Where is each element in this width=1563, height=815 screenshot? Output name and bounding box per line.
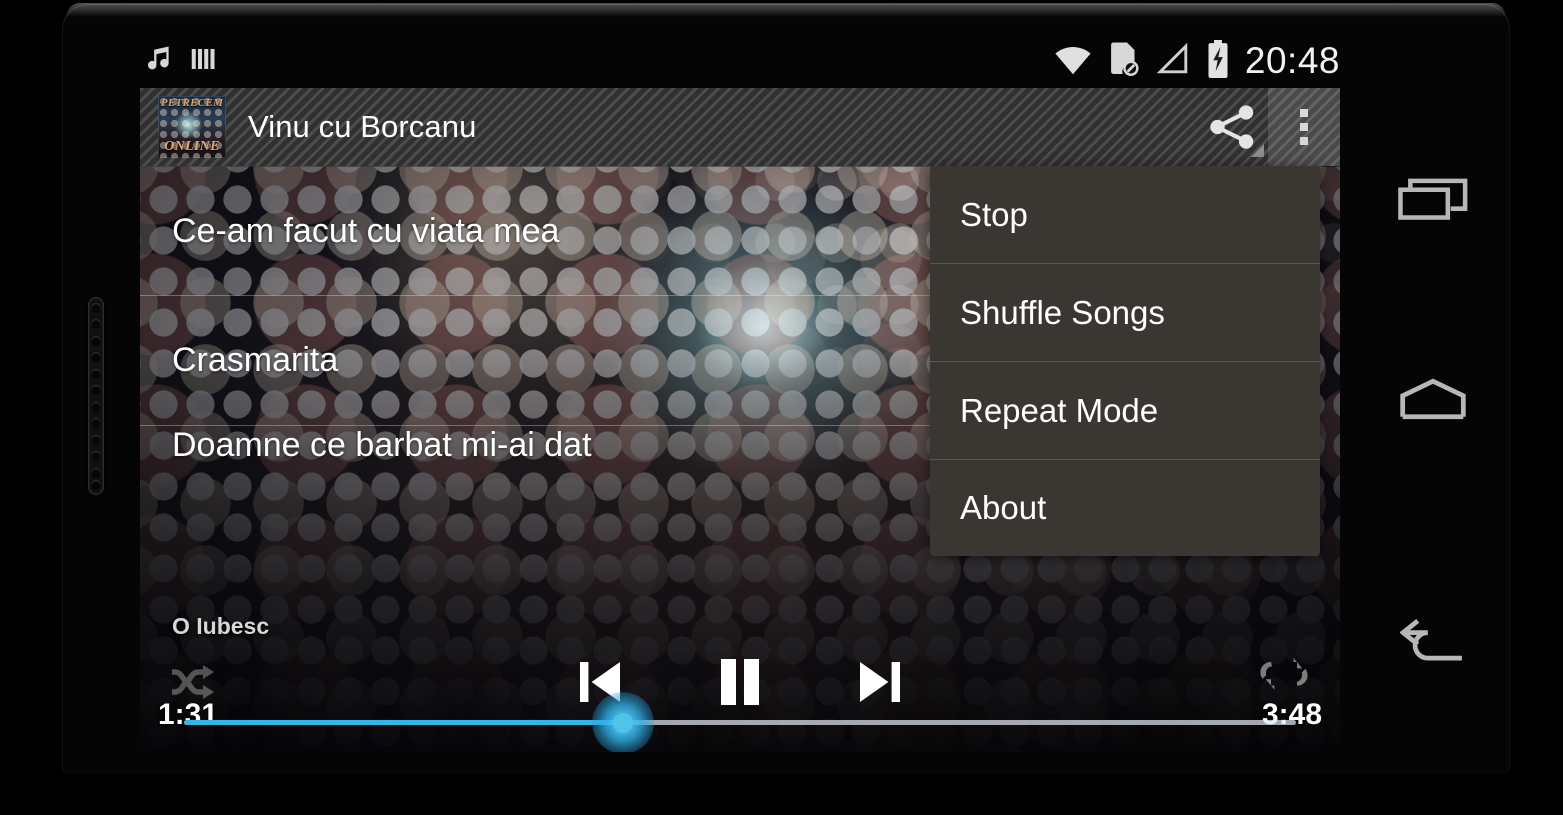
song-list: Ce-am facut cu viata mea Crasmarita Doam…: [140, 166, 930, 486]
menu-item-repeat-mode[interactable]: Repeat Mode: [930, 362, 1320, 460]
page-title: Vinu cu Borcanu: [248, 109, 477, 144]
status-bar-right-icons: 20:48: [1053, 39, 1340, 83]
wifi-icon: [1053, 43, 1093, 80]
menu-item-label: Repeat Mode: [960, 391, 1159, 429]
now-playing-label: O Iubesc: [172, 613, 270, 639]
overflow-dropdown-menu: Stop Shuffle Songs Repeat Mode About: [930, 166, 1320, 556]
action-bar-actions: [1196, 88, 1340, 166]
action-bar: PETRECEM ONLINE Vinu cu Borcanu: [140, 88, 1340, 166]
menu-item-shuffle-songs[interactable]: Shuffle Songs: [930, 264, 1320, 362]
list-item[interactable]: Ce-am facut cu viata mea: [140, 166, 930, 296]
overflow-menu-icon: [1300, 109, 1308, 145]
list-item[interactable]: Crasmarita: [140, 296, 930, 426]
seek-bar-thumb[interactable]: [592, 691, 655, 752]
song-title: Doamne ce barbat mi-ai dat: [172, 426, 592, 464]
album-art-thumbnail[interactable]: PETRECEM ONLINE: [158, 96, 226, 158]
system-navigation-bar: [1348, 90, 1518, 750]
list-item[interactable]: Doamne ce barbat mi-ai dat: [140, 426, 930, 486]
share-button[interactable]: [1196, 88, 1268, 166]
menu-item-label: About: [960, 489, 1047, 526]
album-art-bottom-text: ONLINE: [164, 139, 220, 154]
home-icon: [1400, 378, 1466, 425]
song-title: Crasmarita: [172, 341, 339, 379]
overflow-menu-button[interactable]: [1268, 88, 1340, 166]
device-speaker-grille: [88, 297, 104, 495]
seek-bar[interactable]: 39.5: [184, 691, 1296, 752]
menu-item-about[interactable]: About: [930, 460, 1320, 556]
device-frame-highlight: [66, 3, 1506, 17]
screenshot-root: 20:48 Ce-am facut cu viata mea Crasmarit…: [0, 0, 1563, 815]
share-dropdown-caret-icon: [1251, 144, 1264, 157]
seek-bar-fill: [184, 720, 624, 725]
menu-item-label: Shuffle Songs: [960, 293, 1165, 331]
equalizer-icon: [188, 44, 218, 79]
recents-button[interactable]: [1348, 155, 1518, 247]
recents-icon: [1398, 176, 1468, 227]
home-button[interactable]: [1348, 355, 1518, 447]
signal-empty-icon: [1155, 42, 1191, 80]
battery-charging-icon: [1205, 39, 1231, 83]
back-icon: [1399, 616, 1466, 667]
status-bar-left-icons: [140, 42, 218, 81]
back-button[interactable]: [1348, 595, 1518, 687]
sdcard-disabled-icon: [1107, 41, 1141, 82]
menu-item-label: Stop: [960, 195, 1028, 233]
song-title: Ce-am facut cu viata mea: [172, 211, 560, 250]
album-art-top-text: PETRECEM: [160, 97, 224, 109]
menu-item-stop[interactable]: Stop: [930, 166, 1320, 264]
music-note-icon: [140, 42, 174, 81]
status-bar: 20:48: [140, 34, 1340, 88]
status-bar-clock: 20:48: [1244, 40, 1340, 81]
app-screen: Ce-am facut cu viata mea Crasmarita Doam…: [140, 88, 1340, 752]
